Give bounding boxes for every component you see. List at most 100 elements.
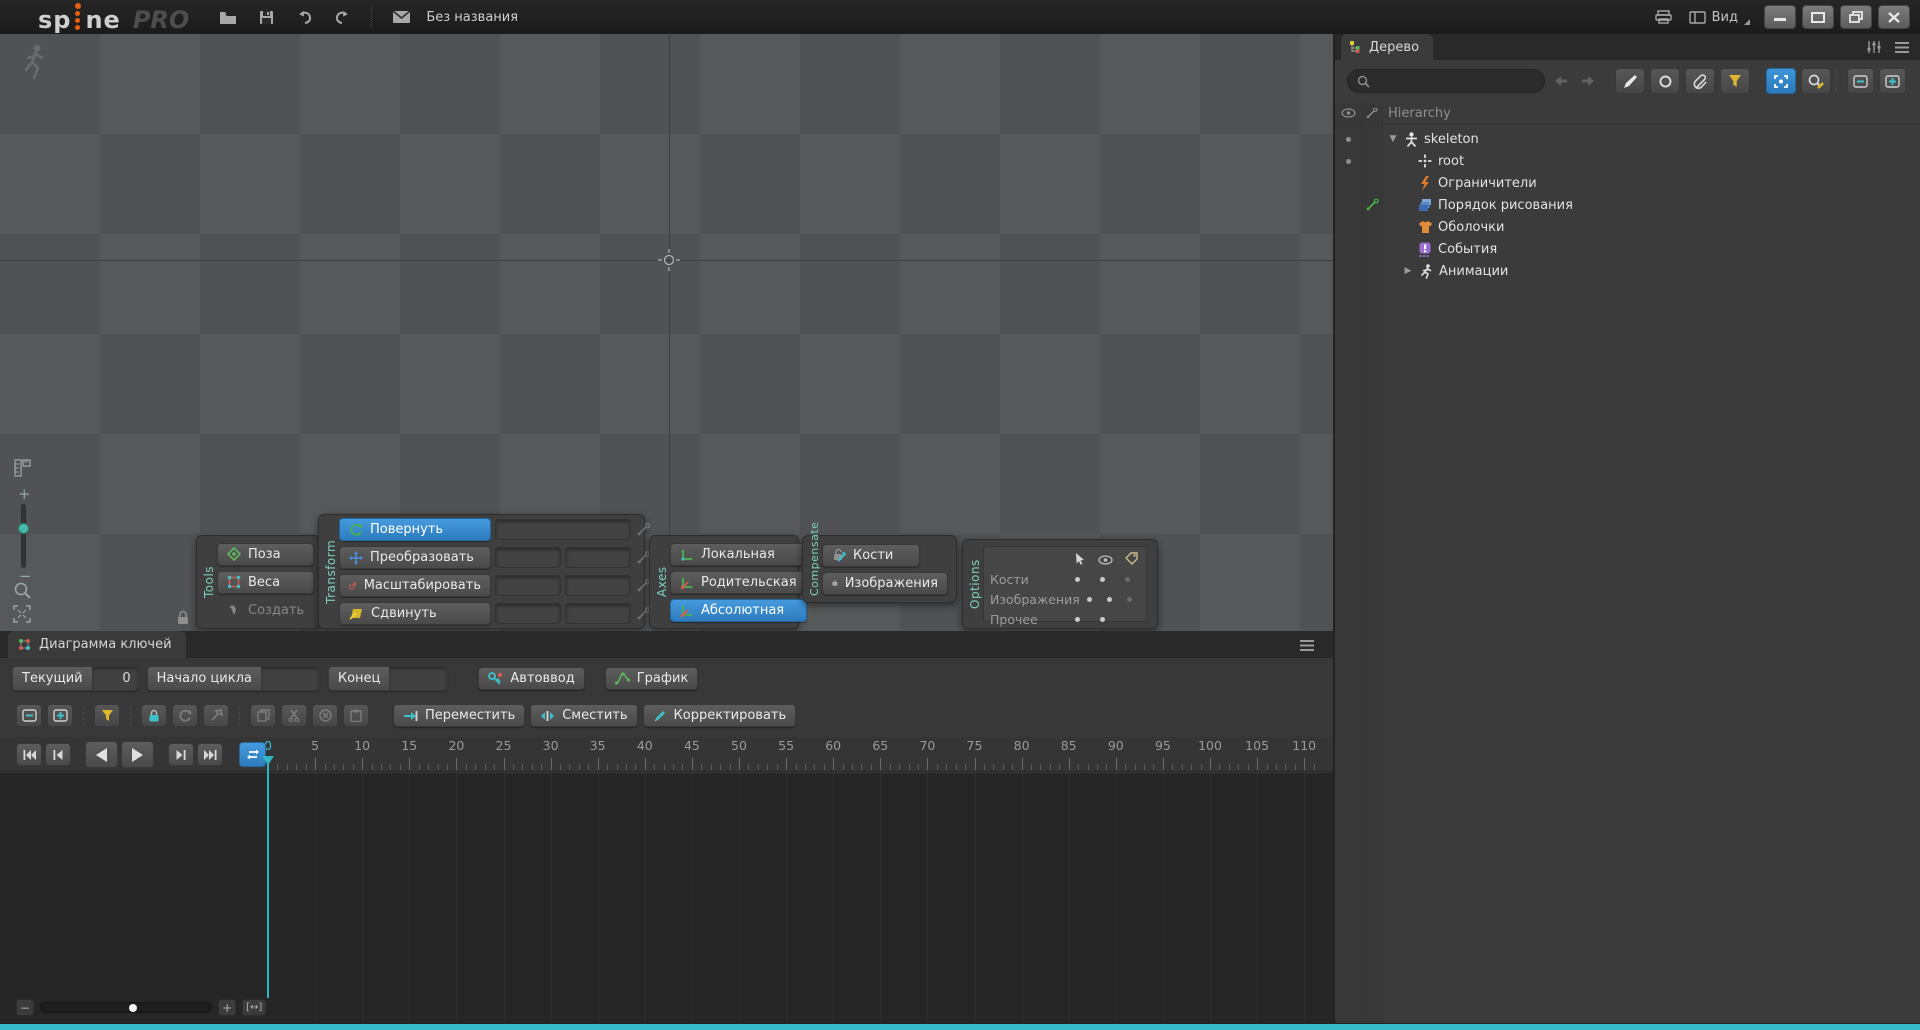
adjust-keys-button[interactable]: Корректировать	[643, 704, 797, 727]
open-folder-icon[interactable]	[217, 7, 239, 27]
timeline-grid[interactable]	[0, 773, 1333, 1024]
rotate-value-field[interactable]	[495, 519, 631, 540]
close-button[interactable]	[1878, 5, 1910, 29]
scale-tool-button[interactable]: Масштабировать	[339, 574, 491, 597]
next-key-button[interactable]	[168, 743, 194, 766]
create-tool-button[interactable]: Создать	[217, 599, 314, 622]
first-frame-button[interactable]	[16, 743, 42, 766]
fit-view-icon[interactable]	[12, 604, 32, 628]
tree-row-skins[interactable]: Оболочки	[1335, 216, 1920, 238]
ruler-toggle-icon[interactable]	[12, 458, 32, 482]
current-frame-control[interactable]: Текущий 0	[12, 666, 139, 691]
shear-x-field[interactable]	[495, 603, 561, 624]
brush-tool-button[interactable]	[1615, 68, 1645, 94]
axes-parent-button[interactable]: Родительская	[670, 571, 807, 594]
delete-button[interactable]	[312, 704, 338, 727]
view-menu[interactable]: Вид	[1689, 9, 1750, 25]
move-keys-button[interactable]: Переместить	[393, 704, 525, 727]
expander-icon[interactable]: ▼	[1388, 134, 1398, 144]
timeline-zoom-knob[interactable]	[129, 1004, 137, 1012]
axes-local-button[interactable]: Локальная	[670, 543, 807, 566]
weights-tool-button[interactable]: Веса	[217, 571, 314, 594]
attachment-clip-button[interactable]	[1685, 68, 1715, 94]
printer-icon[interactable]	[1653, 7, 1675, 27]
lock-view-icon[interactable]	[176, 610, 190, 629]
rotate-tool-button[interactable]: Повернуть	[339, 518, 491, 541]
timeline-zoom-out-button[interactable]: −	[16, 999, 34, 1016]
expand-all-button[interactable]	[47, 704, 73, 727]
bones-visible-dot[interactable]	[1100, 577, 1105, 582]
lock-button[interactable]	[141, 704, 167, 727]
offset-keys-button[interactable]: Сместить	[530, 704, 637, 727]
loop-start-value[interactable]	[261, 667, 319, 690]
dopesheet-tab[interactable]: Диаграмма ключей	[8, 631, 186, 658]
redo-icon[interactable]	[331, 7, 353, 27]
copy-button[interactable]	[250, 704, 276, 727]
filter-button[interactable]	[94, 704, 120, 727]
tree-row-draw-order[interactable]: Порядок рисования	[1335, 194, 1920, 216]
skeleton-visibility-dot[interactable]	[1346, 137, 1351, 142]
tree-expand-button[interactable]	[1879, 68, 1906, 94]
previous-key-button[interactable]	[45, 743, 71, 766]
restore-button[interactable]	[1840, 5, 1872, 29]
tree-settings-icon[interactable]	[1866, 39, 1882, 58]
collapse-all-button[interactable]	[16, 704, 42, 727]
draw-order-link-icon[interactable]	[1362, 199, 1382, 211]
images-label-dot[interactable]	[1127, 597, 1132, 602]
shear-tool-button[interactable]: Сдвинуть	[339, 602, 491, 625]
translate-y-field[interactable]	[565, 547, 631, 568]
loop-start-control[interactable]: Начало цикла	[147, 666, 320, 691]
last-frame-button[interactable]	[197, 743, 223, 766]
save-icon[interactable]	[255, 7, 277, 27]
canvas-zoom-slider[interactable]	[21, 504, 26, 568]
tree-row-root[interactable]: root	[1335, 150, 1920, 172]
current-frame-value[interactable]: 0	[92, 667, 138, 690]
minimize-button[interactable]	[1764, 5, 1796, 29]
paste-button[interactable]	[343, 704, 369, 727]
tree-row-constraints[interactable]: Ограничители	[1335, 172, 1920, 194]
other-visible-dot[interactable]	[1100, 617, 1105, 622]
scale-x-field[interactable]	[495, 575, 561, 596]
expander-icon[interactable]: ▶	[1403, 266, 1413, 276]
tree-row-skeleton[interactable]: ▼ skeleton	[1335, 128, 1920, 150]
tree-menu-icon[interactable]	[1894, 39, 1910, 58]
options-row-bones[interactable]: Кости	[990, 569, 1140, 589]
undo-icon[interactable]	[293, 7, 315, 27]
magnifier-icon[interactable]	[12, 580, 33, 605]
playhead-line[interactable]	[267, 762, 269, 998]
maximize-button[interactable]	[1802, 5, 1834, 29]
translate-tool-button[interactable]: Преобразовать	[339, 546, 491, 569]
timeline-zoom-slider[interactable]	[40, 1002, 212, 1013]
history-back-button[interactable]	[1550, 70, 1572, 92]
images-visible-dot[interactable]	[1107, 597, 1112, 602]
translate-x-field[interactable]	[495, 547, 561, 568]
bones-select-dot[interactable]	[1075, 577, 1080, 582]
autokey-button[interactable]: Автоввод	[478, 667, 584, 690]
frame-selection-button[interactable]	[1766, 68, 1796, 94]
play-button[interactable]	[121, 741, 154, 768]
tree-filter-button[interactable]	[1720, 68, 1750, 94]
scale-y-field[interactable]	[565, 575, 631, 596]
frames-fit-button[interactable]: [↔]	[242, 999, 266, 1016]
tree-search-input[interactable]	[1376, 74, 1526, 88]
tree-row-events[interactable]: События	[1335, 238, 1920, 260]
circle-select-button[interactable]	[1650, 68, 1680, 94]
bones-label-dot[interactable]	[1125, 577, 1130, 582]
root-visibility-dot[interactable]	[1346, 159, 1351, 164]
zoom-in-plus[interactable]: +	[18, 488, 31, 500]
loop-end-control[interactable]: Конец	[328, 666, 449, 691]
zoom-edit-button[interactable]	[1801, 68, 1831, 94]
shear-y-field[interactable]	[565, 603, 631, 624]
pose-tool-button[interactable]: Поза	[217, 543, 314, 566]
graph-button[interactable]: График	[605, 667, 699, 690]
cut-button[interactable]	[281, 704, 307, 727]
reset-rotation-button[interactable]	[172, 704, 198, 727]
dopesheet-menu-icon[interactable]	[1299, 637, 1315, 656]
options-row-other[interactable]: Прочее	[990, 609, 1140, 629]
tree-tab[interactable]: Дерево	[1341, 34, 1433, 60]
compensate-bones-button[interactable]: Кости	[822, 544, 920, 567]
compensate-images-button[interactable]: Изображения	[822, 572, 948, 595]
loop-end-value[interactable]	[389, 667, 447, 690]
tree-row-animations[interactable]: ▶ Анимации	[1335, 260, 1920, 282]
timeline-zoom-in-button[interactable]: +	[218, 999, 236, 1016]
